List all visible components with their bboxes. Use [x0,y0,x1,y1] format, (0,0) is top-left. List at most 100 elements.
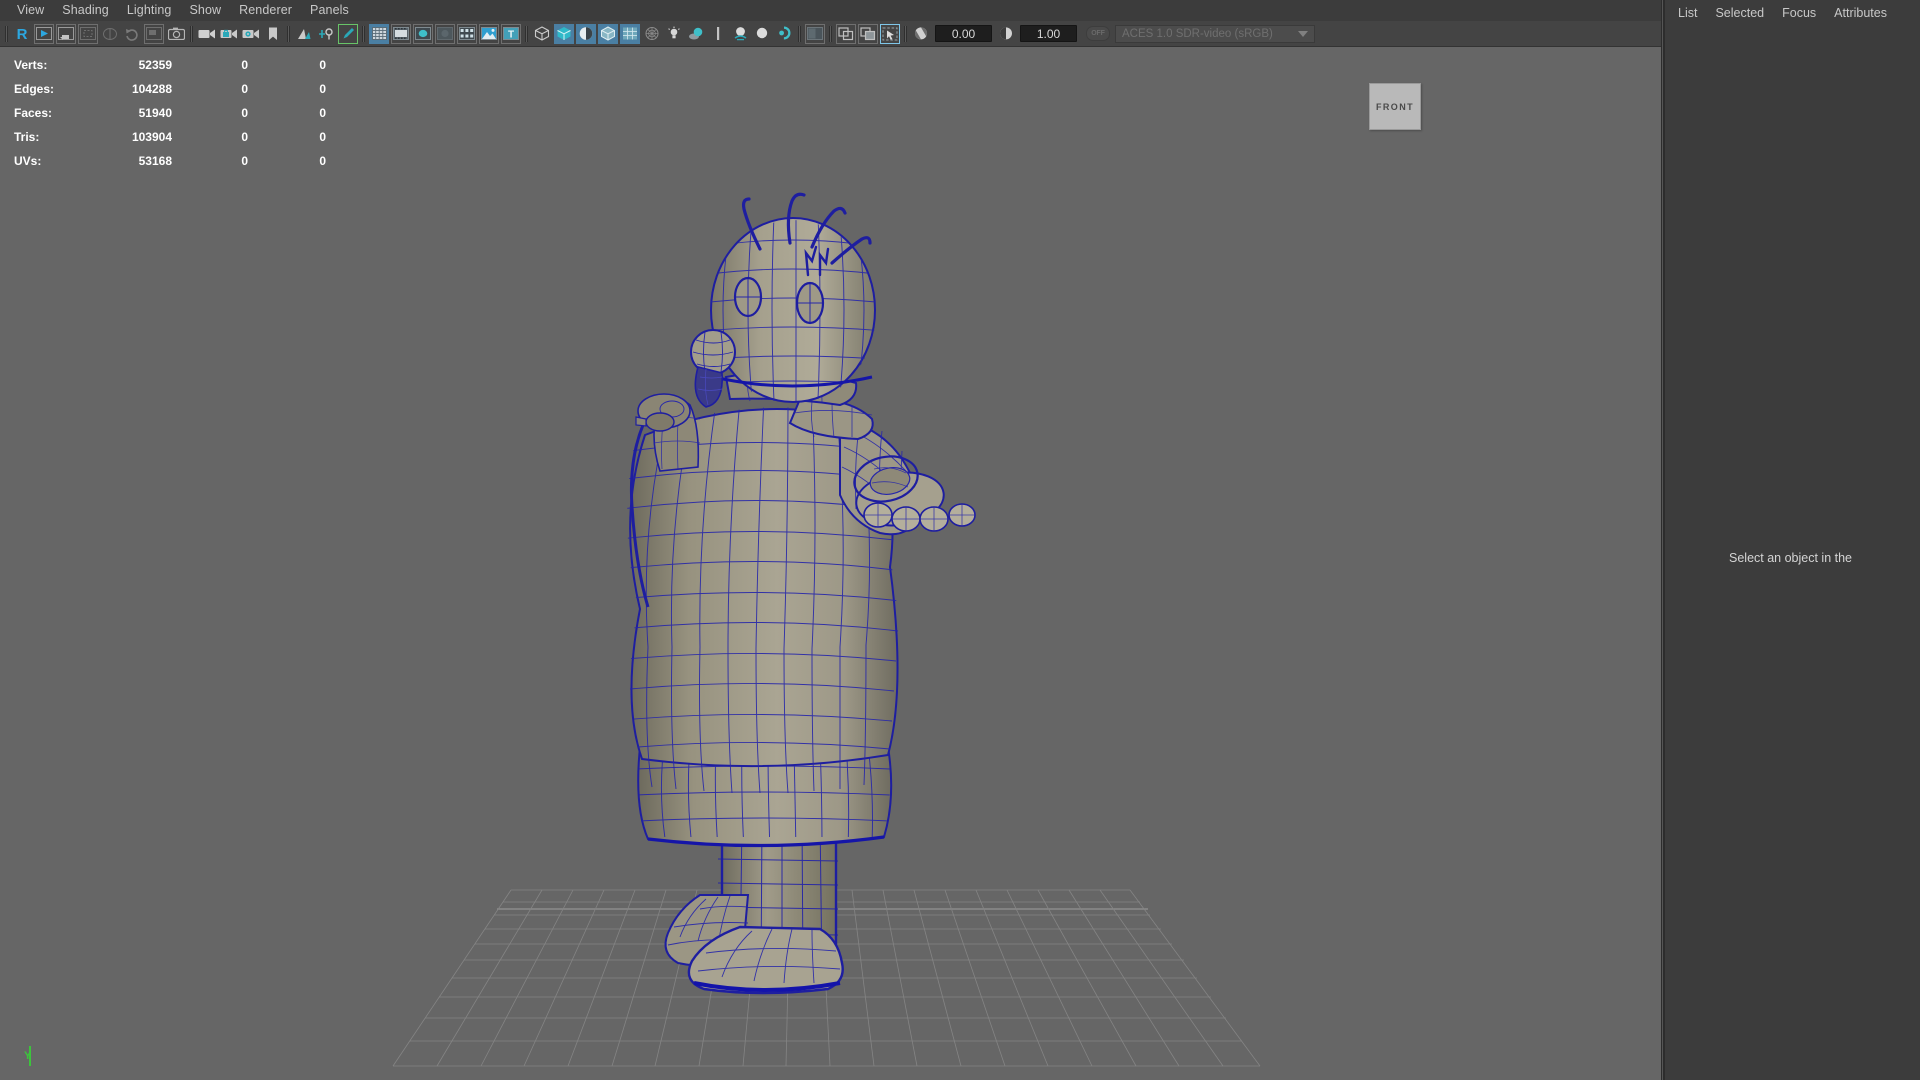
render-region-icon[interactable] [78,23,98,44]
panel-resize-handle[interactable] [1661,0,1665,1080]
menu-item-view[interactable]: View [8,1,53,20]
render-sequence-icon[interactable] [34,23,54,44]
render-view-window-icon[interactable] [144,23,164,44]
toolbar-separator [362,25,365,42]
hud-uvs-total: 53168 [138,154,172,168]
hud-faces-total: 51940 [138,106,172,120]
toolbar-separator [798,25,801,42]
perspective-viewport[interactable]: Verts: 52359 0 0 Edges: 104288 0 0 Faces… [0,47,1661,1080]
shaded-wireframe-icon[interactable] [576,23,596,44]
snapshot-camera-icon[interactable] [166,24,186,44]
shadows-icon[interactable] [316,24,336,44]
svg-text:R: R [17,26,28,42]
camera-attributes-icon[interactable] [241,24,261,44]
hud-label-verts: Verts: [14,58,48,72]
isolate-select-icon[interactable] [805,23,825,44]
menu-item-shading[interactable]: Shading [53,1,118,20]
attribute-editor-panel: List Selected Focus Attributes Select an… [1661,0,1920,1080]
lighting-icon[interactable] [642,24,662,44]
menu-item-focus[interactable]: Focus [1773,3,1825,23]
hud-faces-selected: 0 [241,106,248,120]
menu-item-list[interactable]: List [1669,3,1706,23]
textured-icon[interactable] [598,23,618,44]
xray-joints-icon[interactable] [858,23,878,44]
use-all-lights-icon[interactable] [664,24,684,44]
camera-lock-icon[interactable] [219,24,239,44]
attribute-editor-empty-message: Select an object in the [1729,551,1852,565]
chevron-down-icon [1298,30,1308,37]
motion-blur-icon[interactable] [730,24,750,44]
smooth-shade-icon[interactable] [554,23,574,44]
hud-row-faces: Faces: 51940 0 0 [14,101,326,125]
toolbar-separator [5,25,8,42]
text-overlay-icon[interactable]: T [501,23,521,44]
shadow-pass-icon[interactable] [686,24,706,44]
ambient-occlusion-icon[interactable] [708,24,728,44]
toolbar-separator [287,25,290,42]
attribute-editor-menu-bar: List Selected Focus Attributes [1669,0,1896,25]
color-management-toggle[interactable]: OFF [1086,26,1110,41]
toolbar-separator [190,25,193,42]
viewport-icon-toolbar: R T 0.00 1.00 OFF ACES 1.0 SDR-video (sR… [0,21,1661,47]
wireframe-icon[interactable] [532,24,552,44]
hud-edges-secondary: 0 [319,82,326,96]
svg-text:T: T [508,30,514,41]
hud-row-edges: Edges: 104288 0 0 [14,77,326,101]
edit-pencil-icon[interactable] [338,23,358,44]
menu-item-show[interactable]: Show [180,1,230,20]
exposure-icon[interactable] [911,24,931,44]
grid-icon[interactable] [369,23,389,44]
image-plane-icon[interactable] [479,23,499,44]
camera-icon[interactable] [197,24,217,44]
menu-item-renderer[interactable]: Renderer [230,1,301,20]
hud-row-tris: Tris: 103904 0 0 [14,125,326,149]
gamma-value-field[interactable]: 1.00 [1020,25,1077,42]
refresh-icon[interactable] [122,24,142,44]
hud-label-faces: Faces: [14,106,53,120]
view-cube[interactable]: FRONT [1369,83,1421,130]
hud-faces-secondary: 0 [319,106,326,120]
xray-active-components-icon[interactable] [880,23,900,44]
maya-viewport-window: View Shading Lighting Show Renderer Pane… [0,0,1920,1080]
hud-tris-selected: 0 [241,130,248,144]
toolbar-separator [829,25,832,42]
heads-up-display-poly-count: Verts: 52359 0 0 Edges: 104288 0 0 Faces… [14,53,326,173]
hud-row-uvs: UVs: 53168 0 0 [14,149,326,173]
depth-of-field-icon[interactable] [774,24,794,44]
menu-item-lighting[interactable]: Lighting [118,1,181,20]
menu-item-selected[interactable]: Selected [1706,3,1773,23]
render-settings-icon[interactable] [100,24,120,44]
multisample-icon[interactable] [752,24,772,44]
color-management-profile-label: ACES 1.0 SDR-video (sRGB) [1122,27,1273,40]
hud-uvs-secondary: 0 [319,154,326,168]
axis-label-y: Y [24,1050,32,1062]
hardware-texturing-icon[interactable] [620,23,640,44]
two-sided-lighting-icon[interactable] [294,24,314,44]
panel-menu-bar: View Shading Lighting Show Renderer Pane… [0,0,1661,21]
viewport-3d-render [392,192,1261,1067]
gamma-icon[interactable] [996,24,1016,44]
film-origin-icon[interactable] [457,23,477,44]
hud-edges-selected: 0 [241,82,248,96]
hud-tris-total: 103904 [131,130,172,144]
color-management-profile-select[interactable]: ACES 1.0 SDR-video (sRGB) [1115,24,1315,43]
resolution-gate-icon[interactable] [413,23,433,44]
hud-label-uvs: UVs: [14,154,42,168]
color-management-toggle-label: OFF [1091,30,1105,37]
xray-icon[interactable] [836,23,856,44]
hud-tris-secondary: 0 [319,130,326,144]
ipr-render-icon[interactable] [56,23,76,44]
exposure-value-field[interactable]: 0.00 [935,25,992,42]
render-view-icon[interactable]: R [12,24,32,44]
gate-mask-icon[interactable] [435,23,455,44]
film-gate-icon[interactable] [391,23,411,44]
hud-edges-total: 104288 [131,82,172,96]
menu-item-panels[interactable]: Panels [301,1,358,20]
hud-verts-total: 52359 [138,58,172,72]
menu-item-attributes[interactable]: Attributes [1825,3,1896,23]
bookmark-icon[interactable] [263,24,283,44]
hud-label-edges: Edges: [14,82,55,96]
toolbar-separator [904,25,907,42]
character-mesh-model [627,192,976,995]
hud-verts-selected: 0 [241,58,248,72]
